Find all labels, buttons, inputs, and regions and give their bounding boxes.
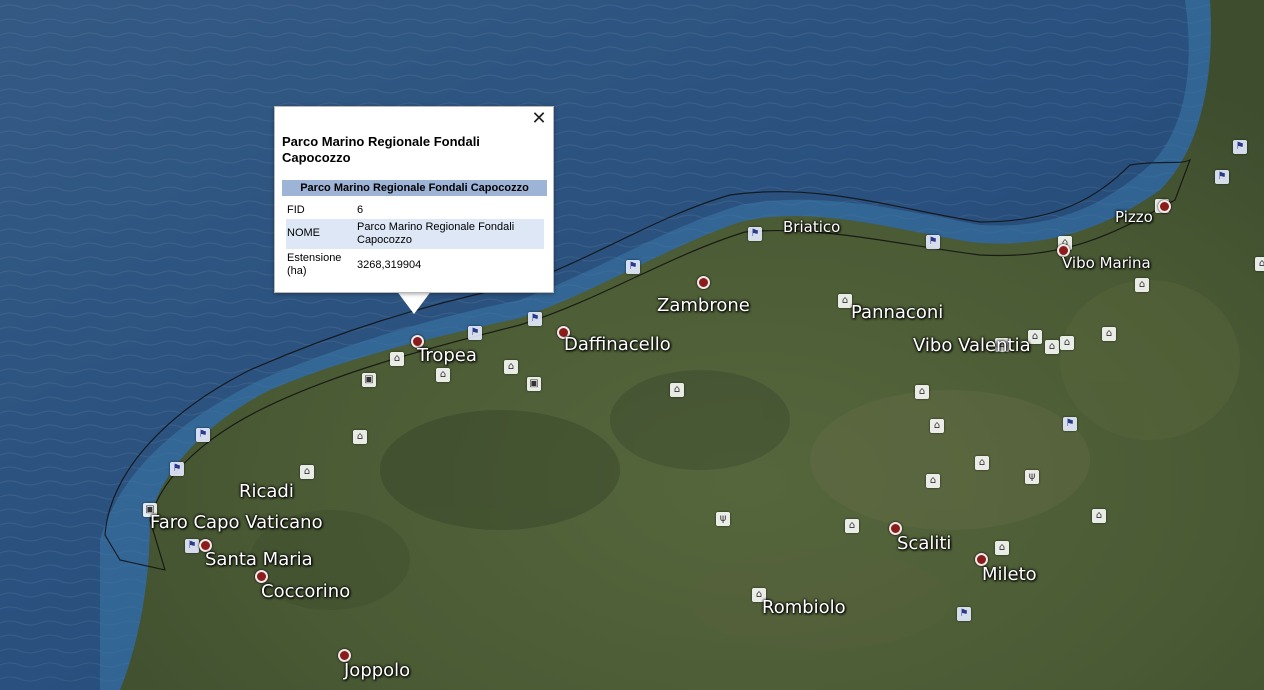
beach-flag-icon[interactable]: ⚑	[468, 326, 482, 340]
place-label-santa-maria[interactable]: Santa Maria	[205, 549, 313, 570]
beach-flag-icon[interactable]: ⚑	[185, 539, 199, 553]
place-label-vibo-valentia[interactable]: Vibo Valentia	[913, 335, 1031, 356]
monument-icon[interactable]: ⌂	[390, 352, 404, 366]
monument-icon[interactable]: ⌂	[670, 383, 684, 397]
feature-info-popup: ✕ Parco Marino Regionale Fondali Capocoz…	[274, 106, 554, 293]
place-label-vibo-marina[interactable]: Vibo Marina	[1062, 254, 1151, 272]
attribute-row-fid: FID 6	[286, 202, 544, 220]
popup-tail	[396, 290, 432, 314]
attribute-row-nome: NOME Parco Marino Regionale Fondali Capo…	[286, 219, 544, 249]
monument-icon[interactable]: ⌂	[1255, 257, 1264, 271]
place-marker-icon[interactable]	[697, 276, 710, 289]
monument-icon[interactable]: ⌂	[995, 541, 1009, 555]
beach-flag-icon[interactable]: ⚑	[926, 235, 940, 249]
monument-icon[interactable]: ⌂	[915, 385, 929, 399]
attribute-table-header: Parco Marino Regionale Fondali Capocozzo	[282, 180, 547, 196]
attribute-value: 6	[357, 204, 364, 216]
place-label-mileto[interactable]: Mileto	[982, 564, 1037, 585]
place-label-briatico[interactable]: Briatico	[783, 218, 840, 236]
place-label-rombiolo[interactable]: Rombiolo	[762, 597, 846, 618]
monument-icon[interactable]: ⌂	[436, 368, 450, 382]
place-label-pizzo[interactable]: Pizzo	[1115, 208, 1153, 226]
monument-icon[interactable]: ⌂	[300, 465, 314, 479]
monument-icon[interactable]: ⌂	[353, 430, 367, 444]
place-label-coccorino[interactable]: Coccorino	[261, 581, 350, 602]
place-label-tropea[interactable]: Tropea	[417, 345, 477, 366]
attribute-key: Estensione (ha)	[287, 252, 342, 277]
place-label-daffinacello[interactable]: Daffinacello	[564, 334, 671, 355]
monument-icon[interactable]: ⌂	[1060, 336, 1074, 350]
beach-flag-icon[interactable]: ⚑	[1063, 417, 1077, 431]
monument-icon[interactable]: ⌂	[838, 294, 852, 308]
attribute-key: NOME	[287, 227, 320, 239]
monument-icon[interactable]: ⌂	[845, 519, 859, 533]
beach-flag-icon[interactable]: ⚑	[196, 428, 210, 442]
monument-icon[interactable]: ⌂	[926, 474, 940, 488]
beach-flag-icon[interactable]: ⚑	[1215, 170, 1229, 184]
monument-icon[interactable]: ▣	[527, 377, 541, 391]
beach-flag-icon[interactable]: ⚑	[170, 462, 184, 476]
beach-flag-icon[interactable]: ⚑	[1233, 140, 1247, 154]
place-label-scaliti[interactable]: Scaliti	[897, 533, 951, 554]
place-label-joppolo[interactable]: Joppolo	[344, 660, 410, 681]
restaurant-icon[interactable]: ψ	[1025, 470, 1039, 484]
monument-icon[interactable]: ⌂	[1135, 278, 1149, 292]
attribute-value: Parco Marino Regionale Fondali Capocozzo	[357, 221, 515, 246]
place-label-zambrone[interactable]: Zambrone	[657, 295, 750, 316]
monument-icon[interactable]: ⌂	[1102, 327, 1116, 341]
monument-icon[interactable]: ▣	[362, 373, 376, 387]
place-label-ricadi[interactable]: Ricadi	[239, 481, 294, 502]
beach-flag-icon[interactable]: ⚑	[748, 227, 762, 241]
close-icon[interactable]: ✕	[529, 109, 549, 129]
beach-flag-icon[interactable]: ⚑	[626, 260, 640, 274]
monument-icon[interactable]: ⌂	[1045, 340, 1059, 354]
place-marker-icon[interactable]	[1158, 200, 1171, 213]
place-label-faro-capo-vaticano[interactable]: Faro Capo Vaticano	[150, 512, 323, 533]
restaurant-icon[interactable]: ψ	[716, 512, 730, 526]
beach-flag-icon[interactable]: ⚑	[528, 312, 542, 326]
attribute-value: 3268,319904	[357, 259, 422, 271]
beach-flag-icon[interactable]: ⚑	[957, 607, 971, 621]
attribute-key: FID	[287, 204, 305, 216]
place-label-pannaconi[interactable]: Pannaconi	[851, 302, 943, 323]
monument-icon[interactable]: ⌂	[1092, 509, 1106, 523]
popup-title: Parco Marino Regionale Fondali Capocozzo	[282, 134, 480, 165]
attribute-row-estensione: Estensione (ha) 3268,319904	[286, 251, 544, 281]
monument-icon[interactable]: ⌂	[975, 456, 989, 470]
monument-icon[interactable]: ⌂	[504, 360, 518, 374]
monument-icon[interactable]: ⌂	[930, 419, 944, 433]
